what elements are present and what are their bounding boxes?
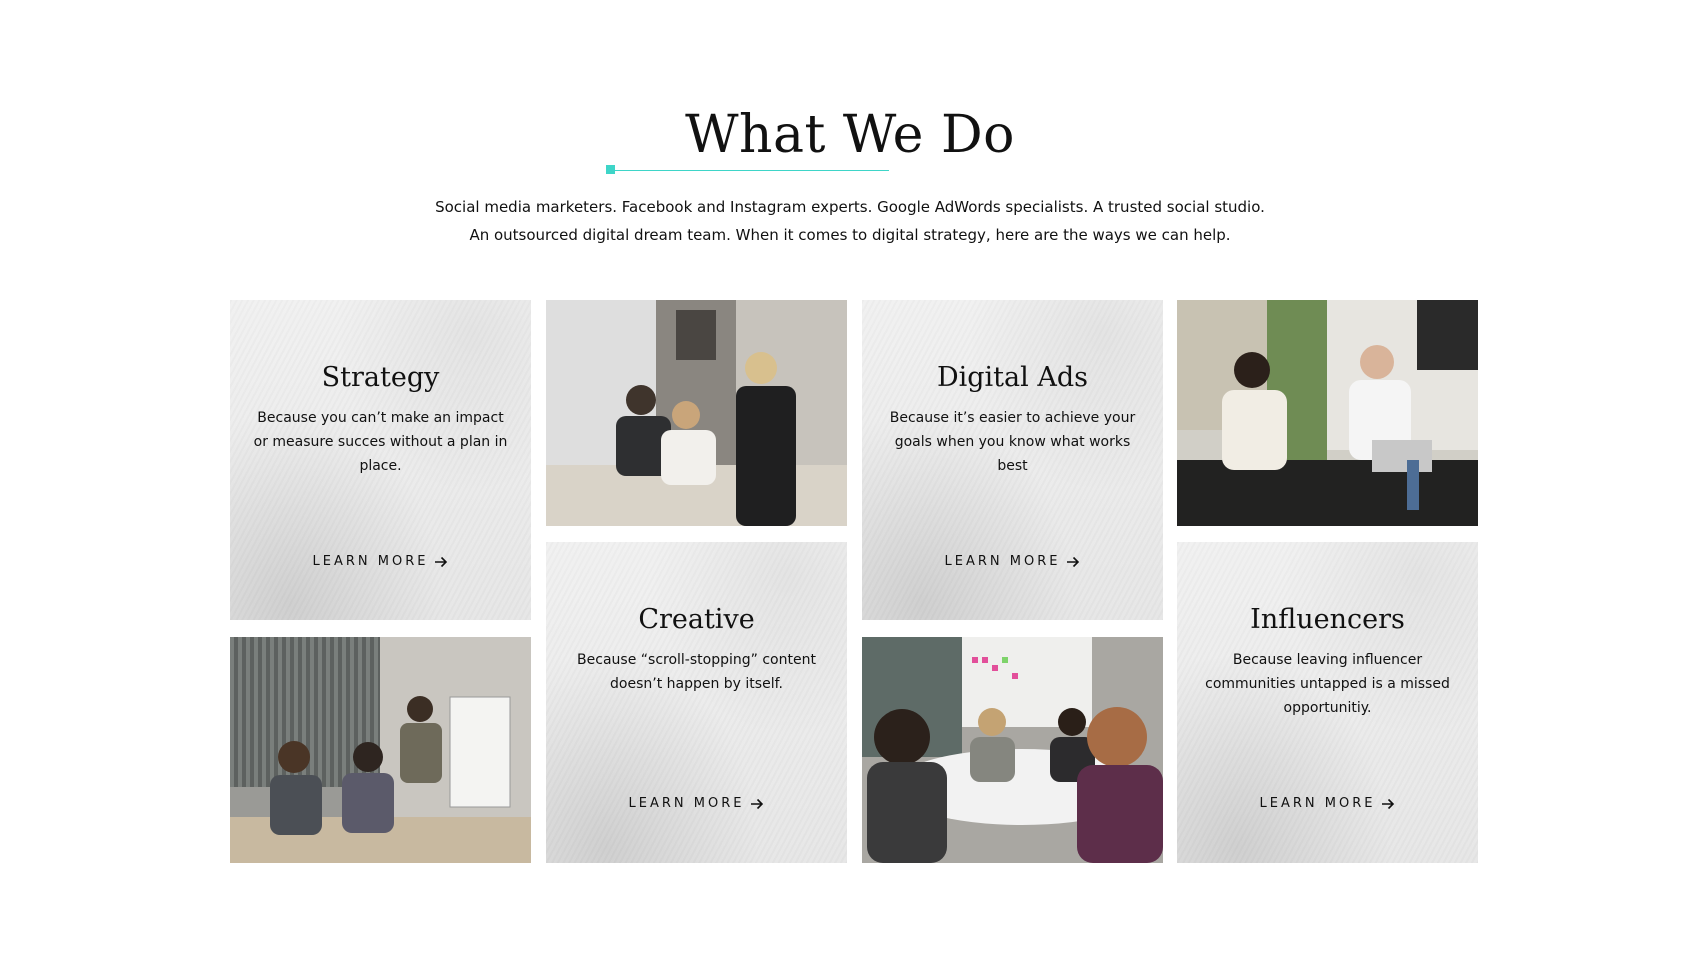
digital-ads-learn-more-link[interactable]: LEARN MORE [862,554,1163,569]
learn-more-label: LEARN MORE [944,554,1061,569]
arrow-right-icon [751,798,764,809]
card-description: Because leaving influencer communities u… [1205,652,1450,716]
team-meeting-photo [546,300,847,526]
card-title: Digital Ads [936,362,1088,393]
title-underline [606,165,889,175]
intro-line-2: An outsourced digital dream team. When i… [469,226,1231,244]
intro-line-1: Social media marketers. Facebook and Ins… [435,198,1265,216]
underline-square [606,165,615,174]
learn-more-label: LEARN MORE [312,554,429,569]
card-description: Because you can’t make an impact or meas… [253,410,508,474]
whiteboard-presentation-image [230,637,531,863]
creative-card: Creative Because “scroll-stopping” conte… [546,542,847,863]
underline-line [615,170,889,171]
learn-more-label: LEARN MORE [628,796,745,811]
what-we-do-section: What We Do Social media marketers. Faceb… [0,0,1700,977]
section-intro: Social media marketers. Facebook and Ins… [0,193,1700,249]
strategy-card: Strategy Because you can’t make an impac… [230,300,531,620]
card-title: Influencers [1250,604,1405,635]
office-laptop-photo [1177,300,1478,526]
card-description: Because it’s easier to achieve your goal… [889,410,1136,474]
influencers-learn-more-link[interactable]: LEARN MORE [1177,796,1478,811]
office-laptop-image [1177,300,1478,526]
card-title: Creative [638,604,755,635]
digital-ads-card: Digital Ads Because it’s easier to achie… [862,300,1163,620]
card-title: Strategy [321,362,440,393]
card-description: Because “scroll-stopping” content doesn’… [577,652,816,692]
round-table-meeting-image [862,637,1163,863]
arrow-right-icon [435,556,448,567]
influencers-card: Influencers Because leaving influencer c… [1177,542,1478,863]
team-meeting-image [546,300,847,526]
arrow-right-icon [1067,556,1080,567]
arrow-right-icon [1382,798,1395,809]
learn-more-label: LEARN MORE [1259,796,1376,811]
section-title: What We Do [685,105,1015,165]
round-table-meeting-photo [862,637,1163,863]
strategy-learn-more-link[interactable]: LEARN MORE [230,554,531,569]
whiteboard-presentation-photo [230,637,531,863]
creative-learn-more-link[interactable]: LEARN MORE [546,796,847,811]
